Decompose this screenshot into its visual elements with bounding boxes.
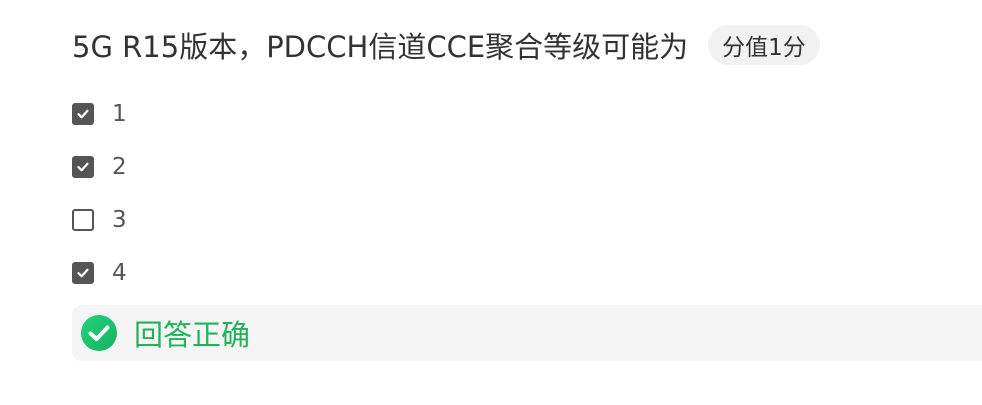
option-3[interactable]: 3 — [72, 193, 982, 246]
checkbox-2[interactable] — [72, 155, 94, 178]
option-label: 4 — [112, 259, 127, 286]
score-badge: 分值1分 — [708, 25, 820, 65]
question-title: 5G R15版本，PDCCH信道CCE聚合等级可能为 — [72, 30, 689, 64]
checkbox-4[interactable] — [72, 261, 94, 284]
option-1[interactable]: 1 — [72, 87, 982, 140]
options-list: 1 2 3 4 — [72, 87, 982, 299]
check-icon — [77, 162, 89, 171]
answer-result-bar: 回答正确 — [72, 305, 982, 361]
checkbox-3[interactable] — [72, 208, 94, 231]
result-text: 回答正确 — [134, 318, 251, 352]
option-4[interactable]: 4 — [72, 246, 982, 299]
checkbox-1[interactable] — [72, 102, 94, 125]
option-2[interactable]: 2 — [72, 140, 982, 193]
question-block: 5G R15版本，PDCCH信道CCE聚合等级可能为 分值1分 1 2 3 4 — [72, 22, 982, 299]
question-header: 5G R15版本，PDCCH信道CCE聚合等级可能为 分值1分 — [72, 22, 982, 68]
option-label: 3 — [112, 206, 127, 233]
option-label: 1 — [112, 100, 127, 127]
check-icon — [77, 109, 89, 118]
option-label: 2 — [112, 153, 127, 180]
check-circle-icon — [80, 314, 118, 352]
check-icon — [77, 268, 89, 277]
